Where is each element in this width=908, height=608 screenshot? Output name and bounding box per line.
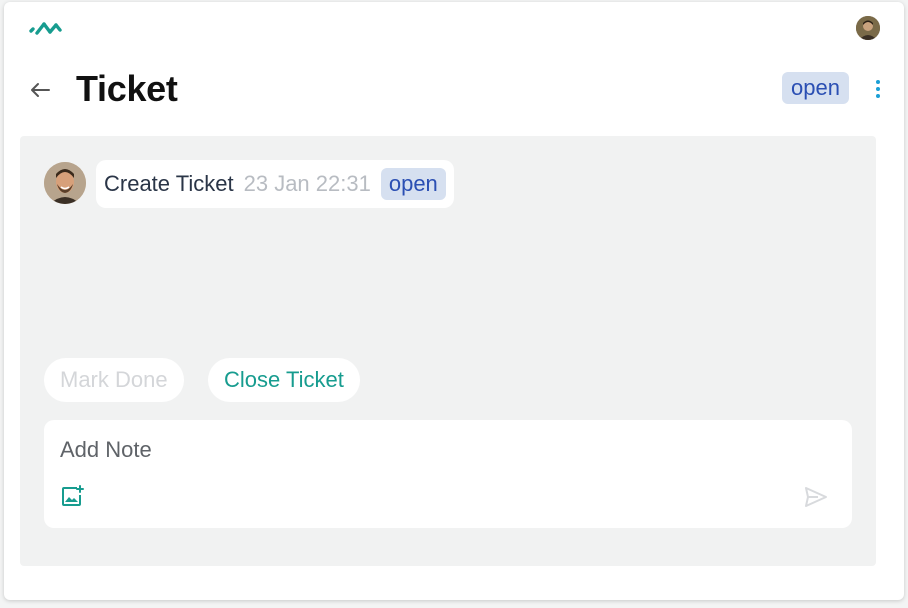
send-icon[interactable]: [804, 486, 828, 508]
ticket-card: Ticket open Create Ticket 23 Jan 22:31 o…: [4, 2, 904, 600]
event-timestamp: 23 Jan 22:31: [243, 171, 371, 196]
note-input[interactable]: [60, 434, 800, 466]
back-button[interactable]: [26, 76, 54, 104]
close-ticket-button[interactable]: Close Ticket: [208, 358, 360, 402]
mark-done-button[interactable]: Mark Done: [44, 358, 184, 402]
user-avatar[interactable]: [856, 16, 880, 40]
event-author-avatar: [44, 162, 86, 204]
page-title: Ticket: [76, 68, 178, 109]
arrow-left-icon: [31, 83, 50, 97]
add-image-icon[interactable]: [60, 484, 84, 508]
note-composer: [44, 420, 852, 528]
event-status-badge: open: [380, 168, 446, 200]
event-title: Create Ticket: [104, 171, 234, 196]
ticket-panel: Create Ticket 23 Jan 22:31 open Mark Don…: [20, 136, 876, 566]
event-bubble: Create Ticket 23 Jan 22:31 open: [96, 160, 454, 208]
more-vertical-icon[interactable]: [868, 76, 888, 102]
status-badge: open: [782, 72, 849, 104]
brand-logo-icon[interactable]: [28, 18, 64, 38]
